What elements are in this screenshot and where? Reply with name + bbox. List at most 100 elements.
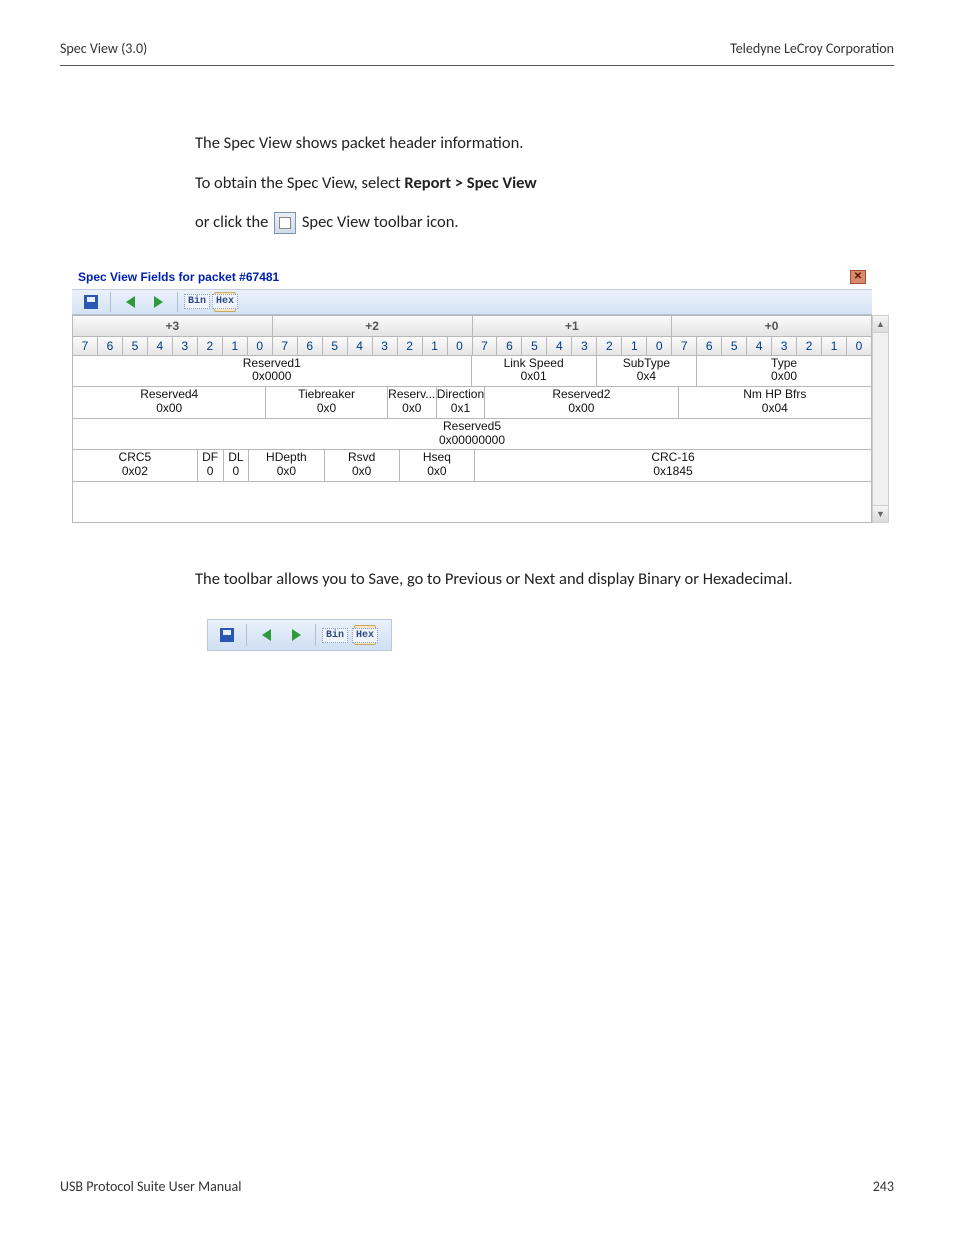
bit-header: 7 bbox=[473, 337, 498, 356]
toolbar-separator bbox=[315, 624, 316, 646]
hex-button[interactable]: Hex bbox=[214, 292, 236, 312]
after-text: The toolbar allows you to Save, go to Pr… bbox=[195, 569, 895, 589]
bit-header: 6 bbox=[298, 337, 323, 356]
field-row: Reserved40x00 Tiebreaker0x0 Reserv...0x0… bbox=[73, 387, 871, 419]
intro-p1: The Spec View shows packet header inform… bbox=[195, 131, 954, 157]
bit-header: 0 bbox=[647, 337, 672, 356]
bit-header: 4 bbox=[547, 337, 572, 356]
intro-p3: or click the Spec View toolbar icon. bbox=[195, 210, 954, 236]
intro-p2-pre: To obtain the Spec View, select bbox=[195, 173, 404, 193]
bit-header: 3 bbox=[173, 337, 198, 356]
field-type: Type0x00 bbox=[697, 356, 871, 388]
specview-titlebar: Spec View Fields for packet #67481 ✕ bbox=[72, 266, 872, 289]
field-dl: DL0 bbox=[224, 450, 250, 482]
header-right: Teledyne LeCroy Corporation bbox=[730, 40, 894, 57]
specview-toolbar: Bin Hex bbox=[72, 289, 872, 315]
body-text: The Spec View shows packet header inform… bbox=[195, 131, 954, 236]
field-hseq: Hseq0x0 bbox=[400, 450, 475, 482]
header-rule bbox=[60, 65, 894, 66]
bit-header: 0 bbox=[847, 337, 872, 356]
next-button[interactable] bbox=[147, 292, 169, 312]
intro-p2-bold: Report > Spec View bbox=[404, 173, 536, 193]
byte-header-row: +3 +2 +1 +0 bbox=[72, 315, 872, 337]
field-subtype: SubType0x4 bbox=[597, 356, 697, 388]
intro-p3-pre: or click the bbox=[195, 212, 272, 232]
bit-header: 4 bbox=[747, 337, 772, 356]
prev-arrow-icon bbox=[262, 629, 271, 641]
field-df: DF0 bbox=[198, 450, 224, 482]
bit-header: 7 bbox=[273, 337, 298, 356]
header-left: Spec View (3.0) bbox=[60, 40, 147, 57]
field-crc16: CRC-160x1845 bbox=[475, 450, 871, 482]
page-header: Spec View (3.0) Teledyne LeCroy Corporat… bbox=[0, 0, 954, 65]
bit-header: 1 bbox=[423, 337, 448, 356]
bit-header: 6 bbox=[497, 337, 522, 356]
bit-header: 5 bbox=[522, 337, 547, 356]
after-p: The toolbar allows you to Save, go to Pr… bbox=[195, 569, 895, 589]
toolbar-separator bbox=[246, 624, 247, 646]
byte-header: +1 bbox=[473, 315, 673, 337]
bit-header: 4 bbox=[148, 337, 173, 356]
fields-body: Reserved10x0000 Link Speed0x01 SubType0x… bbox=[72, 356, 872, 523]
toolbar-separator bbox=[177, 292, 178, 312]
field-tiebreaker: Tiebreaker0x0 bbox=[266, 387, 387, 419]
footer-left: USB Protocol Suite User Manual bbox=[60, 1178, 241, 1195]
page-footer: USB Protocol Suite User Manual 243 bbox=[60, 1178, 894, 1195]
field-reserved4: Reserved40x00 bbox=[73, 387, 266, 419]
bit-header: 7 bbox=[672, 337, 697, 356]
field-direction: Direction0x1 bbox=[437, 387, 485, 419]
field-reserved1: Reserved10x0000 bbox=[73, 356, 472, 388]
bit-header: 6 bbox=[697, 337, 722, 356]
intro-p3-post: Spec View toolbar icon. bbox=[302, 212, 459, 232]
footer-page-number: 243 bbox=[873, 1178, 894, 1195]
vertical-scrollbar[interactable]: ▲ ▼ bbox=[872, 315, 889, 523]
bit-header: 2 bbox=[797, 337, 822, 356]
mini-next-button[interactable] bbox=[285, 625, 307, 645]
field-spacer bbox=[73, 482, 871, 522]
bin-label: Bin bbox=[184, 294, 210, 309]
bit-header: 2 bbox=[597, 337, 622, 356]
mini-save-button[interactable] bbox=[216, 625, 238, 645]
specview-grid: +3 +2 +1 +0 7 6 5 4 3 2 1 0 7 6 5 4 3 2 … bbox=[72, 315, 872, 523]
save-icon bbox=[84, 295, 98, 309]
bit-header: 3 bbox=[572, 337, 597, 356]
scroll-up-icon[interactable]: ▲ bbox=[873, 316, 888, 333]
specview-title: Spec View Fields for packet #67481 bbox=[78, 270, 279, 284]
field-row: CRC50x02 DF0 DL0 HDepth0x0 Rsvd0x0 Hseq0… bbox=[73, 450, 871, 482]
field-crc5: CRC50x02 bbox=[73, 450, 198, 482]
bit-header: 2 bbox=[398, 337, 423, 356]
mini-bin-button[interactable]: Bin bbox=[324, 625, 346, 645]
bit-header: 1 bbox=[622, 337, 647, 356]
field-reserv: Reserv...0x0 bbox=[388, 387, 437, 419]
field-nmhpbfrs: Nm HP Bfrs0x04 bbox=[679, 387, 871, 419]
hex-label: Hex bbox=[352, 628, 378, 643]
prev-arrow-icon bbox=[126, 296, 135, 308]
bit-header: 6 bbox=[98, 337, 123, 356]
mini-hex-button[interactable]: Hex bbox=[354, 625, 376, 645]
bit-header: 5 bbox=[722, 337, 747, 356]
save-button[interactable] bbox=[80, 292, 102, 312]
close-icon[interactable]: ✕ bbox=[850, 270, 866, 284]
bit-header: 1 bbox=[223, 337, 248, 356]
mini-prev-button[interactable] bbox=[255, 625, 277, 645]
hex-label: Hex bbox=[212, 294, 238, 309]
bit-header: 7 bbox=[72, 337, 98, 356]
bin-label: Bin bbox=[322, 628, 348, 643]
bit-header: 2 bbox=[198, 337, 223, 356]
scroll-down-icon[interactable]: ▼ bbox=[873, 505, 888, 522]
field-rsvd: Rsvd0x0 bbox=[325, 450, 400, 482]
toolbar-separator bbox=[110, 292, 111, 312]
mini-toolbar: Bin Hex bbox=[207, 619, 392, 651]
specview-window: Spec View Fields for packet #67481 ✕ Bin… bbox=[72, 266, 872, 523]
specview-toolbar-icon bbox=[274, 212, 296, 234]
bit-header: 0 bbox=[448, 337, 473, 356]
bit-header: 5 bbox=[323, 337, 348, 356]
field-row: Reserved10x0000 Link Speed0x01 SubType0x… bbox=[73, 356, 871, 388]
field-reserved2: Reserved20x00 bbox=[485, 387, 678, 419]
intro-p2: To obtain the Spec View, select Report >… bbox=[195, 171, 954, 197]
prev-button[interactable] bbox=[119, 292, 141, 312]
bit-header: 4 bbox=[348, 337, 373, 356]
bin-button[interactable]: Bin bbox=[186, 292, 208, 312]
bit-header: 0 bbox=[248, 337, 273, 356]
bit-header: 5 bbox=[123, 337, 148, 356]
